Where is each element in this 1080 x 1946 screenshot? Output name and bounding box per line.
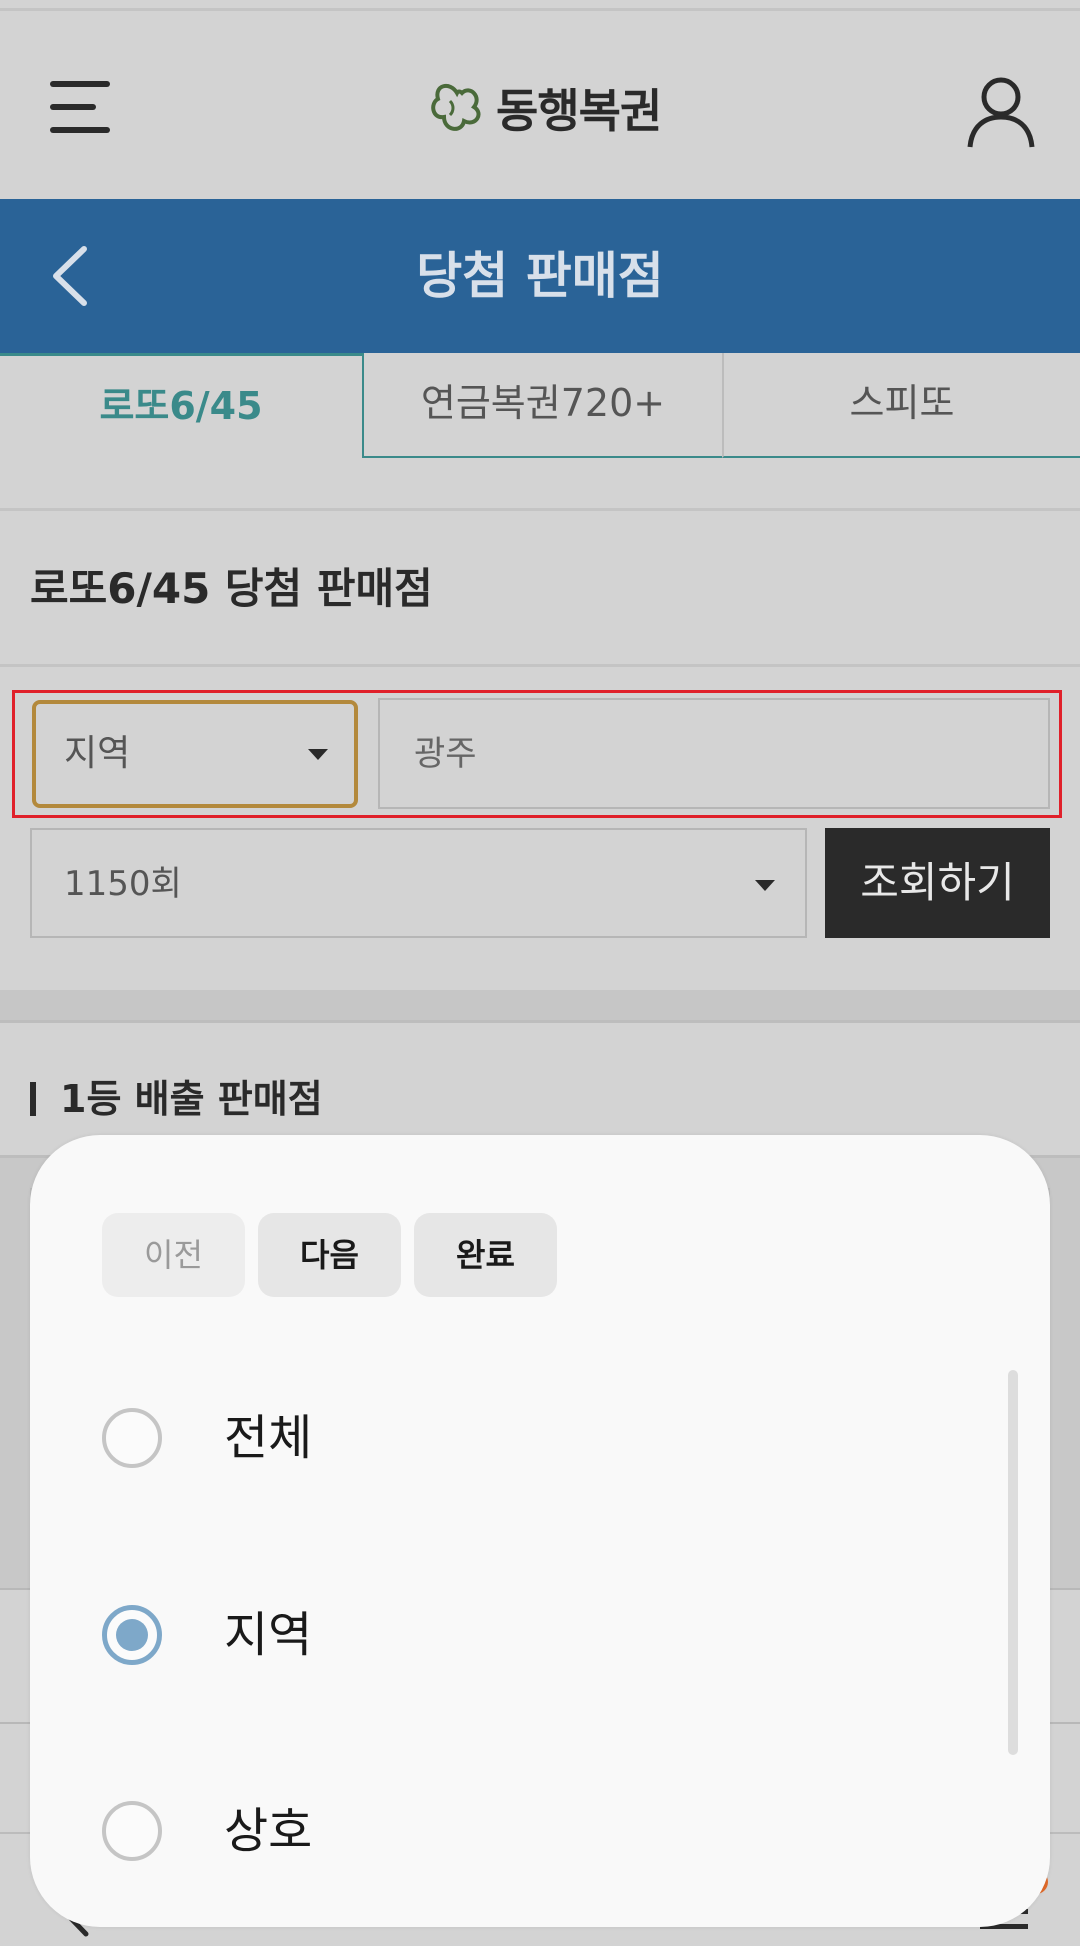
next-button[interactable]: 다음 — [258, 1213, 401, 1297]
search-type-select[interactable]: 지역 — [32, 700, 358, 808]
picker-option-store-name[interactable]: 상호 — [102, 1771, 982, 1891]
menu-icon[interactable] — [50, 81, 110, 133]
divider — [0, 1020, 1080, 1023]
app-name: 동행복권 — [496, 84, 662, 138]
user-icon[interactable] — [966, 75, 1036, 149]
results-subtitle-text: 1등 배출 판매점 — [60, 1077, 323, 1121]
picker-sheet: 이전 다음 완료 전체 지역 상호 — [30, 1135, 1050, 1927]
results-subtitle: 1등 배출 판매점 — [30, 1068, 323, 1123]
search-button[interactable]: 조회하기 — [825, 828, 1050, 938]
back-arrow-icon[interactable] — [46, 243, 96, 309]
radio-selected[interactable] — [102, 1605, 162, 1665]
divider — [0, 664, 1080, 667]
divider — [0, 508, 1080, 511]
option-label: 상호 — [224, 1803, 313, 1859]
section-title: 로또6/45 당첨 판매점 — [30, 564, 433, 613]
dropdown-arrow-icon — [308, 749, 328, 760]
round-select[interactable]: 1150회 — [30, 828, 807, 938]
app-logo[interactable]: 동행복권 — [428, 73, 662, 143]
radio-unselected[interactable] — [102, 1408, 162, 1468]
page-titlebar: 당첨 판매점 — [0, 199, 1080, 353]
game-tabs: 로또6/45 연금복권720+ 스피또 — [0, 353, 1080, 458]
picker-option-region[interactable]: 지역 — [102, 1575, 982, 1695]
title-bar-marker — [30, 1082, 36, 1116]
option-label: 전체 — [224, 1410, 313, 1466]
clover-logo-icon — [431, 83, 481, 131]
prev-button[interactable]: 이전 — [102, 1213, 245, 1297]
radio-unselected[interactable] — [102, 1801, 162, 1861]
section-gap — [0, 990, 1080, 1020]
region-input[interactable] — [378, 698, 1050, 809]
picker-option-all[interactable]: 전체 — [102, 1378, 982, 1498]
round-value: 1150회 — [64, 864, 182, 904]
dropdown-arrow-icon — [755, 880, 775, 891]
option-label: 지역 — [224, 1607, 313, 1663]
tab-speetto[interactable]: 스피또 — [722, 353, 1080, 458]
scrollbar[interactable] — [1008, 1370, 1018, 1755]
tab-lotto645[interactable]: 로또6/45 — [0, 353, 362, 458]
page-title: 당첨 판매점 — [416, 247, 664, 305]
tab-pension720[interactable]: 연금복권720+ — [362, 353, 722, 458]
app-header: 동행복권 — [0, 11, 1080, 199]
done-button[interactable]: 완료 — [414, 1213, 557, 1297]
search-type-value: 지역 — [64, 733, 131, 774]
